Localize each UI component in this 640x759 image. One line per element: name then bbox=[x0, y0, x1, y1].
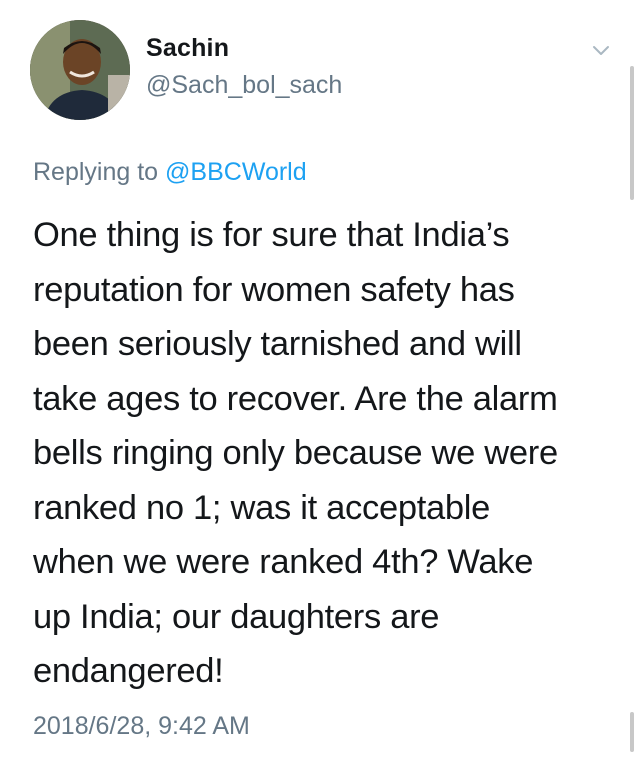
replying-to-label: Replying to bbox=[33, 158, 166, 186]
scrollbar-thumb[interactable] bbox=[630, 66, 634, 200]
avatar[interactable] bbox=[30, 20, 130, 120]
replying-to: Replying to @BBCWorld bbox=[33, 158, 307, 187]
tweet-timestamp[interactable]: 2018/6/28, 9:42 AM bbox=[33, 712, 250, 741]
tweet-text: One thing is for sure that India’s reput… bbox=[33, 216, 558, 690]
author-handle[interactable]: @Sach_bol_sach bbox=[146, 71, 342, 100]
scrollbar-track-segment bbox=[630, 712, 634, 752]
tweet: Sachin @Sach_bol_sach Replying to @BBCWo… bbox=[0, 0, 640, 759]
chevron-down-icon[interactable] bbox=[592, 44, 610, 58]
avatar-photo-icon bbox=[30, 20, 130, 120]
reply-mention-link[interactable]: @BBCWorld bbox=[165, 158, 307, 186]
author-name[interactable]: Sachin bbox=[146, 34, 229, 63]
